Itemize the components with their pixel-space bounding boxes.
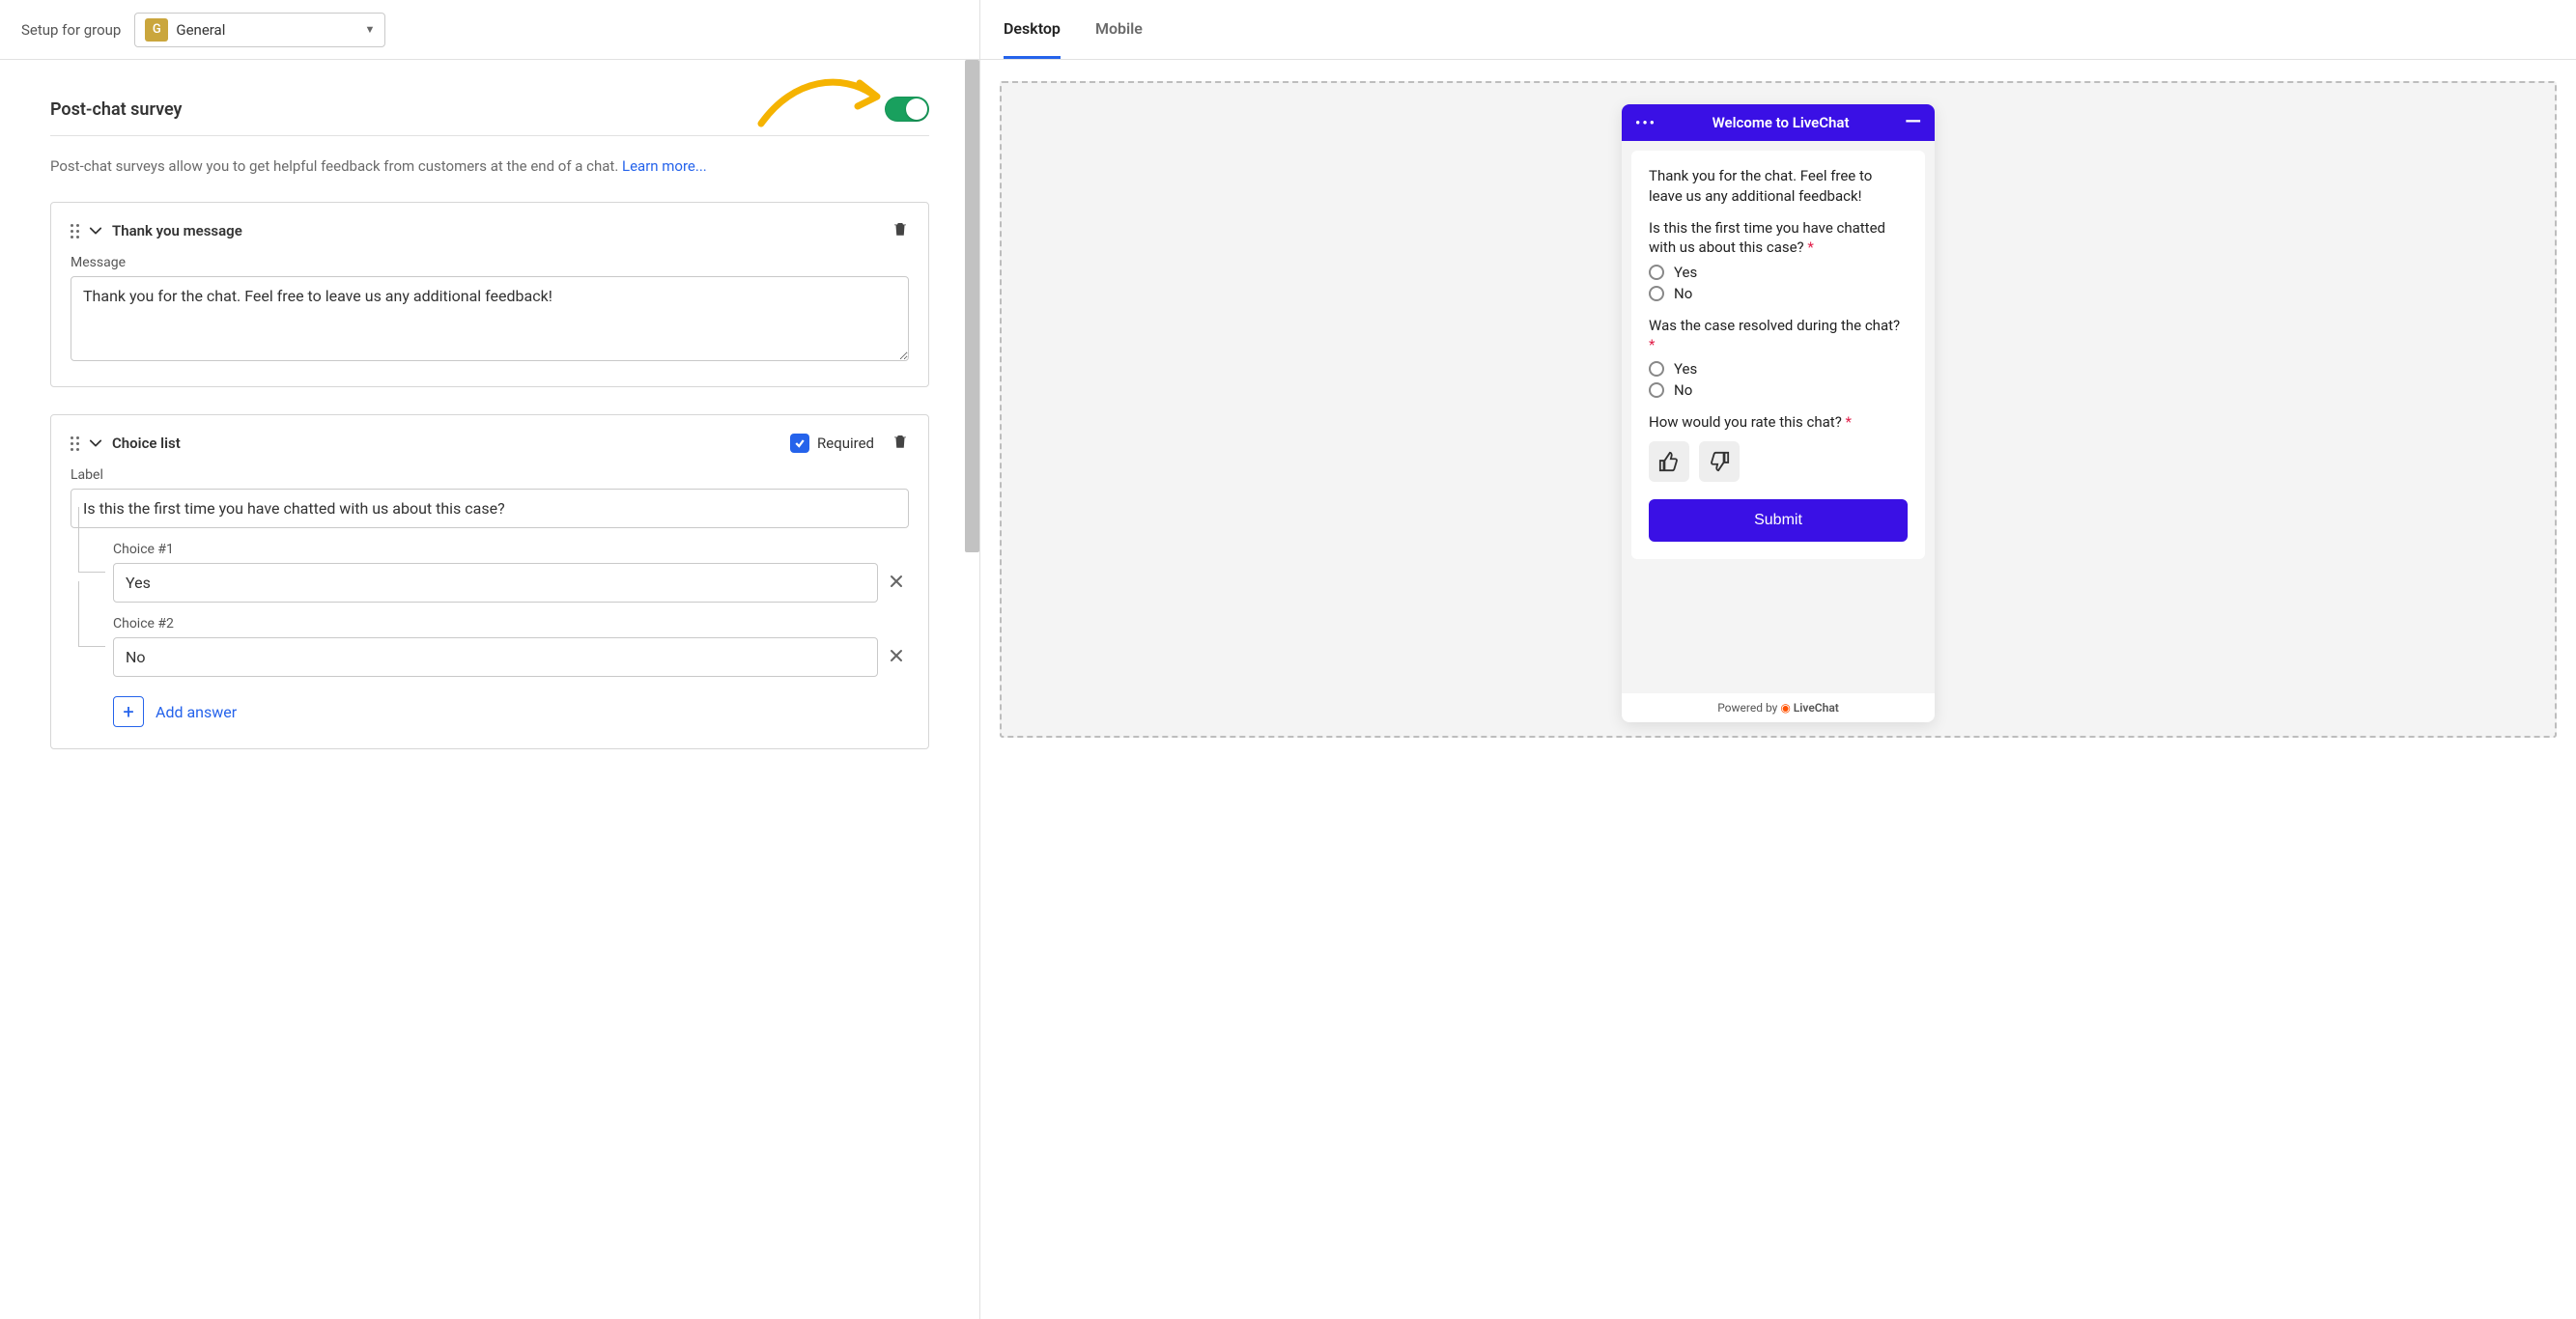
tab-mobile[interactable]: Mobile bbox=[1095, 0, 1143, 59]
thumbs-up-button[interactable] bbox=[1649, 441, 1689, 482]
block-title: Thank you message bbox=[112, 222, 242, 239]
group-name: General bbox=[176, 21, 225, 39]
message-label: Message bbox=[71, 255, 909, 270]
delete-button[interactable] bbox=[892, 220, 909, 241]
choice-input[interactable] bbox=[113, 637, 878, 677]
question-3: How would you rate this chat? * bbox=[1649, 412, 1908, 432]
thumbs-down-icon bbox=[1709, 451, 1730, 472]
label-input[interactable] bbox=[71, 489, 909, 528]
brand-label: LiveChat bbox=[1794, 701, 1839, 715]
trash-icon bbox=[892, 220, 909, 238]
group-badge: G bbox=[145, 18, 168, 42]
intro-text: Thank you for the chat. Feel free to lea… bbox=[1649, 166, 1908, 207]
branch-line-icon bbox=[78, 581, 105, 647]
branch-line-icon bbox=[78, 507, 105, 573]
clear-choice-button[interactable] bbox=[884, 647, 909, 667]
preview-canvas: ••• Welcome to LiveChat — Thank you for … bbox=[1000, 81, 2557, 738]
message-input[interactable]: Thank you for the chat. Feel free to lea… bbox=[71, 276, 909, 361]
survey-editor: Post-chat survey Post-chat surveys allow… bbox=[0, 60, 979, 788]
tab-desktop[interactable]: Desktop bbox=[1004, 0, 1061, 59]
radio-icon bbox=[1649, 265, 1664, 280]
section-description: Post-chat surveys allow you to get helpf… bbox=[50, 157, 929, 175]
radio-option[interactable]: Yes bbox=[1649, 264, 1908, 281]
preview-tabs: Desktop Mobile bbox=[980, 0, 2576, 60]
question-1: Is this the first time you have chatted … bbox=[1649, 218, 1908, 258]
clear-choice-button[interactable] bbox=[884, 573, 909, 593]
topbar: Setup for group G General ▼ bbox=[0, 0, 979, 60]
survey-card: Thank you for the chat. Feel free to lea… bbox=[1631, 151, 1925, 559]
block-title: Choice list bbox=[112, 435, 181, 452]
setup-for-group-label: Setup for group bbox=[21, 21, 121, 39]
radio-option[interactable]: No bbox=[1649, 285, 1908, 302]
required-toggle[interactable]: Required bbox=[790, 434, 874, 453]
group-select[interactable]: G General ▼ bbox=[134, 13, 385, 47]
thumbs-down-button[interactable] bbox=[1699, 441, 1740, 482]
choice-input[interactable] bbox=[113, 563, 878, 603]
thank-you-block: Thank you message Message Thank you for … bbox=[50, 202, 929, 387]
question-2: Was the case resolved during the chat? * bbox=[1649, 316, 1908, 355]
choice-row: Choice #2 bbox=[113, 616, 909, 677]
radio-option[interactable]: Yes bbox=[1649, 360, 1908, 378]
drag-handle-icon[interactable] bbox=[71, 436, 79, 451]
thumbs-up-icon bbox=[1658, 451, 1680, 472]
chevron-down-icon[interactable] bbox=[89, 224, 102, 238]
checkbox-checked-icon bbox=[790, 434, 809, 453]
choice-list-block: Choice list Required bbox=[50, 414, 929, 749]
more-icon[interactable]: ••• bbox=[1635, 114, 1656, 131]
choice-label: Choice #1 bbox=[113, 542, 909, 557]
widget-header: ••• Welcome to LiveChat — bbox=[1622, 104, 1935, 141]
plus-icon: + bbox=[113, 696, 144, 727]
preview-area: ••• Welcome to LiveChat — Thank you for … bbox=[980, 60, 2576, 1319]
label-field-label: Label bbox=[71, 467, 909, 483]
choice-row: Choice #1 bbox=[113, 542, 909, 603]
close-icon bbox=[890, 575, 903, 588]
page-title: Post-chat survey bbox=[50, 99, 183, 120]
required-star-icon: * bbox=[1807, 239, 1813, 256]
trash-icon bbox=[892, 433, 909, 450]
close-icon bbox=[890, 649, 903, 662]
radio-option[interactable]: No bbox=[1649, 381, 1908, 399]
required-star-icon: * bbox=[1846, 413, 1852, 431]
chat-bubble-icon: ◉ bbox=[1780, 701, 1790, 715]
choice-label: Choice #2 bbox=[113, 616, 909, 631]
required-label: Required bbox=[817, 435, 874, 452]
submit-button[interactable]: Submit bbox=[1649, 499, 1908, 542]
drag-handle-icon[interactable] bbox=[71, 224, 79, 239]
radio-icon bbox=[1649, 361, 1664, 377]
radio-icon bbox=[1649, 382, 1664, 398]
callout-arrow-icon bbox=[755, 68, 891, 135]
required-star-icon: * bbox=[1649, 336, 1655, 353]
chevron-down-icon[interactable] bbox=[89, 436, 102, 450]
delete-button[interactable] bbox=[892, 433, 909, 454]
learn-more-link[interactable]: Learn more... bbox=[622, 157, 707, 175]
chat-widget: ••• Welcome to LiveChat — Thank you for … bbox=[1622, 104, 1935, 722]
survey-toggle[interactable] bbox=[885, 97, 929, 122]
powered-by: Powered by ◉LiveChat bbox=[1622, 693, 1935, 722]
chevron-down-icon: ▼ bbox=[364, 23, 375, 36]
radio-icon bbox=[1649, 286, 1664, 301]
add-answer-button[interactable]: + Add answer bbox=[113, 696, 237, 727]
minimize-icon[interactable]: — bbox=[1905, 119, 1921, 126]
widget-title: Welcome to LiveChat bbox=[1713, 114, 1850, 131]
